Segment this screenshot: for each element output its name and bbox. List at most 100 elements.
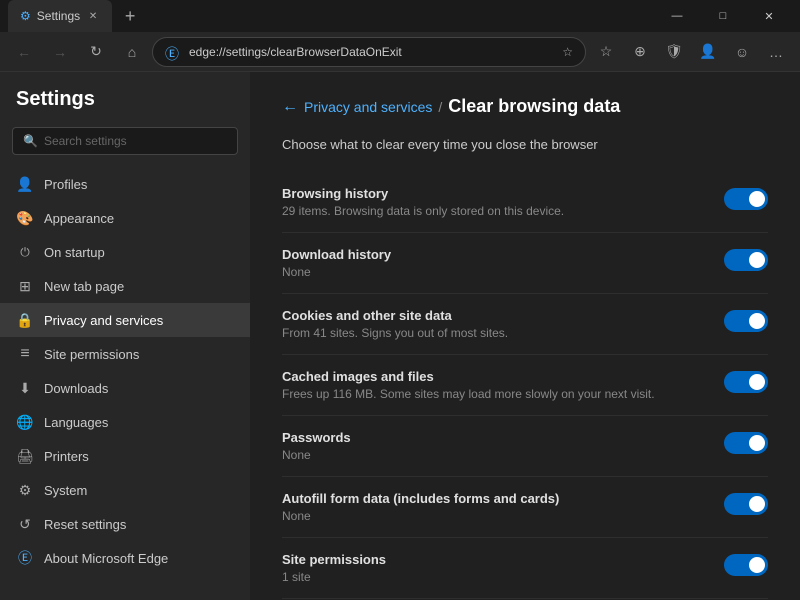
reset-icon: ↺	[16, 515, 34, 533]
setting-desc-passwords: None	[282, 448, 708, 462]
toggle-thumb-site-permissions	[749, 557, 765, 573]
toggle-download-history[interactable]	[724, 249, 768, 271]
close-button[interactable]: ✕	[746, 0, 792, 32]
forward-button[interactable]: →	[44, 36, 76, 68]
sidebar-item-privacy[interactable]: 🔒 Privacy and services	[0, 303, 250, 337]
setting-text-browsing-history: Browsing history 29 items. Browsing data…	[282, 186, 708, 218]
setting-desc-browsing-history: 29 items. Browsing data is only stored o…	[282, 204, 708, 218]
toggle-thumb-passwords	[749, 435, 765, 451]
setting-text-cached-images: Cached images and files Frees up 116 MB.…	[282, 369, 708, 401]
toggle-site-permissions[interactable]	[724, 554, 768, 576]
tab-bar: ⚙ Settings ✕ +	[8, 0, 144, 32]
sidebar-item-languages[interactable]: 🌐 Languages	[0, 405, 250, 439]
sidebar-label-appearance: Appearance	[44, 211, 114, 226]
back-button[interactable]: ←	[8, 36, 40, 68]
settings-tab[interactable]: ⚙ Settings ✕	[8, 0, 112, 32]
setting-label-download-history: Download history	[282, 247, 708, 262]
title-bar-left: ⚙ Settings ✕ +	[8, 0, 144, 32]
sidebar-label-site-permissions: Site permissions	[44, 347, 139, 362]
sidebar: Settings 🔍 Search settings 👤 Profiles 🎨 …	[0, 72, 250, 600]
setting-text-download-history: Download history None	[282, 247, 708, 279]
sidebar-item-about[interactable]: Ⓔ About Microsoft Edge	[0, 541, 250, 575]
page-description: Choose what to clear every time you clos…	[282, 137, 768, 152]
settings-list: Browsing history 29 items. Browsing data…	[282, 172, 768, 600]
breadcrumb-back-button[interactable]: ←	[282, 98, 298, 116]
toggle-cookies[interactable]	[724, 310, 768, 332]
setting-label-cached-images: Cached images and files	[282, 369, 708, 384]
sidebar-item-on-startup[interactable]: ⏻ On startup	[0, 235, 250, 269]
favorites-icon[interactable]: ☆	[590, 36, 622, 68]
search-icon: 🔍	[23, 134, 38, 148]
sidebar-item-printers[interactable]: 🖨 Printers	[0, 439, 250, 473]
setting-item-autofill: Autofill form data (includes forms and c…	[282, 477, 768, 538]
toggle-cached-images[interactable]	[724, 371, 768, 393]
system-icon: ⚙	[16, 481, 34, 499]
sidebar-title: Settings	[0, 88, 250, 127]
printers-icon: 🖨	[16, 447, 34, 465]
tab-close-button[interactable]: ✕	[86, 9, 100, 23]
title-bar: ⚙ Settings ✕ + — □ ✕	[0, 0, 800, 32]
toggle-thumb-browsing-history	[749, 191, 765, 207]
sidebar-label-system: System	[44, 483, 87, 498]
setting-item-cached-images: Cached images and files Frees up 116 MB.…	[282, 355, 768, 416]
refresh-button[interactable]: ↻	[80, 36, 112, 68]
edge-logo-icon: Ⓔ	[165, 44, 181, 60]
setting-label-autofill: Autofill form data (includes forms and c…	[282, 491, 708, 506]
settings-more-icon[interactable]: …	[760, 36, 792, 68]
breadcrumb: ← Privacy and services / Clear browsing …	[282, 96, 768, 117]
appearance-icon: 🎨	[16, 209, 34, 227]
setting-desc-cookies: From 41 sites. Signs you out of most sit…	[282, 326, 708, 340]
sidebar-item-downloads[interactable]: ⬇ Downloads	[0, 371, 250, 405]
sidebar-item-new-tab[interactable]: ⊞ New tab page	[0, 269, 250, 303]
toggle-passwords[interactable]	[724, 432, 768, 454]
profile-icon[interactable]: 👤	[692, 36, 724, 68]
toggle-thumb-cookies	[749, 313, 765, 329]
profiles-icon: 👤	[16, 175, 34, 193]
minimize-button[interactable]: —	[654, 0, 700, 32]
setting-text-site-permissions: Site permissions 1 site	[282, 552, 708, 584]
sidebar-label-about: About Microsoft Edge	[44, 551, 168, 566]
sidebar-item-reset[interactable]: ↺ Reset settings	[0, 507, 250, 541]
setting-desc-download-history: None	[282, 265, 708, 279]
downloads-icon: ⬇	[16, 379, 34, 397]
toggle-autofill[interactable]	[724, 493, 768, 515]
home-button[interactable]: ⌂	[116, 36, 148, 68]
nav-right-icons: ☆ ⊕ 🛡 👤 ☺ …	[590, 36, 792, 68]
sidebar-item-site-permissions[interactable]: ≡ Site permissions	[0, 337, 250, 371]
new-tab-button[interactable]: +	[116, 2, 144, 30]
page-title: Clear browsing data	[448, 96, 620, 117]
setting-item-cookies: Cookies and other site data From 41 site…	[282, 294, 768, 355]
sidebar-label-privacy: Privacy and services	[44, 313, 163, 328]
startup-icon: ⏻	[16, 243, 34, 261]
sidebar-label-printers: Printers	[44, 449, 89, 464]
breadcrumb-separator: /	[438, 99, 442, 115]
sidebar-item-system[interactable]: ⚙ System	[0, 473, 250, 507]
setting-label-browsing-history: Browsing history	[282, 186, 708, 201]
newtab-icon: ⊞	[16, 277, 34, 295]
star-icon[interactable]: ☆	[562, 45, 573, 59]
setting-item-site-permissions: Site permissions 1 site	[282, 538, 768, 599]
sidebar-label-downloads: Downloads	[44, 381, 108, 396]
sidebar-label-profiles: Profiles	[44, 177, 87, 192]
breadcrumb-privacy-link[interactable]: Privacy and services	[304, 99, 432, 115]
tab-label: Settings	[37, 9, 80, 23]
toggle-browsing-history[interactable]	[724, 188, 768, 210]
toggle-thumb-cached-images	[749, 374, 765, 390]
sidebar-label-startup: On startup	[44, 245, 105, 260]
feedback-icon[interactable]: ☺	[726, 36, 758, 68]
address-bar[interactable]: Ⓔ edge://settings/clearBrowserDataOnExit…	[152, 37, 586, 67]
setting-desc-site-permissions: 1 site	[282, 570, 708, 584]
sidebar-item-profiles[interactable]: 👤 Profiles	[0, 167, 250, 201]
browser-essentials-icon[interactable]: 🛡	[658, 36, 690, 68]
sidebar-label-newtab: New tab page	[44, 279, 124, 294]
sidebar-item-appearance[interactable]: 🎨 Appearance	[0, 201, 250, 235]
setting-desc-cached-images: Frees up 116 MB. Some sites may load mor…	[282, 387, 708, 401]
collections-icon[interactable]: ⊕	[624, 36, 656, 68]
main-layout: Settings 🔍 Search settings 👤 Profiles 🎨 …	[0, 72, 800, 600]
maximize-button[interactable]: □	[700, 0, 746, 32]
setting-text-cookies: Cookies and other site data From 41 site…	[282, 308, 708, 340]
setting-label-site-permissions: Site permissions	[282, 552, 708, 567]
setting-item-passwords: Passwords None	[282, 416, 768, 477]
search-settings-box[interactable]: 🔍 Search settings	[12, 127, 238, 155]
toggle-thumb-autofill	[749, 496, 765, 512]
